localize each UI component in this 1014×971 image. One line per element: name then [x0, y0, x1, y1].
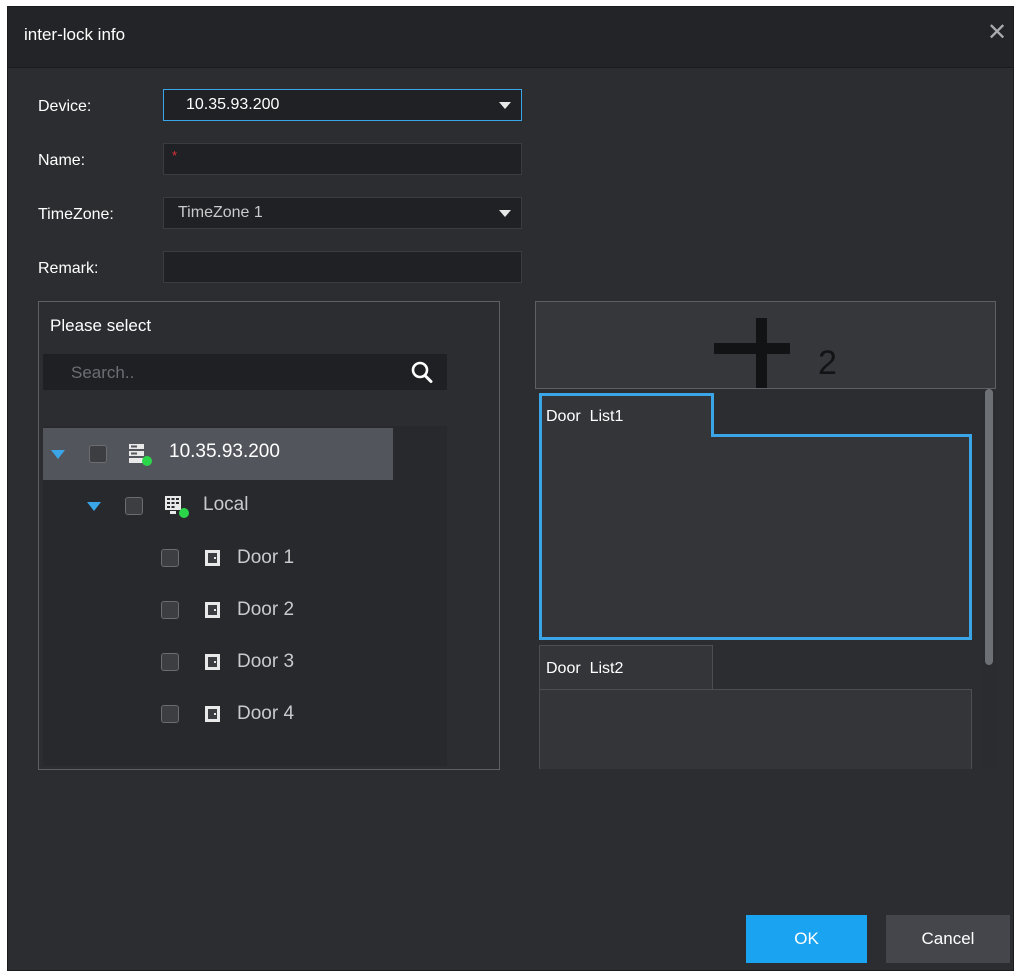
tree-node-label: Door 4	[237, 703, 295, 724]
dialog-title: inter-lock info	[24, 25, 126, 44]
door-icon	[205, 550, 220, 566]
add-door-list-panel[interactable]: 2	[535, 301, 996, 389]
checkbox[interactable]	[161, 653, 179, 671]
close-icon[interactable]: ✕	[985, 21, 1009, 45]
tree-node-door[interactable]: Door 2	[43, 584, 447, 636]
door-list1-label: Door List1	[546, 408, 624, 425]
tree-node-label: Door 3	[237, 651, 295, 672]
door-list1-tab[interactable]: Door List1	[539, 393, 713, 437]
tree-node-label: Door 1	[237, 547, 295, 568]
chevron-down-icon	[499, 102, 511, 109]
name-label: Name:	[38, 152, 86, 169]
tree-panel-title: Please select	[50, 316, 152, 335]
cancel-button[interactable]: Cancel	[886, 915, 1010, 963]
search-icon[interactable]	[411, 360, 433, 384]
remark-label: Remark:	[38, 260, 99, 277]
checkbox[interactable]	[161, 549, 179, 567]
door-list2-label: Door List2	[546, 660, 624, 677]
search-input[interactable]: Search..	[43, 354, 447, 390]
checkbox[interactable]	[125, 497, 143, 515]
timezone-select-value: TimeZone 1	[178, 204, 263, 221]
tree-node-door[interactable]: Door 4	[43, 688, 447, 740]
door-list2-tab[interactable]: Door List2	[539, 645, 713, 689]
door-list1-box[interactable]	[539, 437, 972, 640]
search-placeholder: Search..	[71, 363, 135, 382]
expand-triangle-icon[interactable]	[51, 450, 65, 459]
timezone-label: TimeZone:	[38, 206, 114, 223]
add-list-subscript: 2	[818, 344, 837, 382]
tree-node-label: 10.35.93.200	[169, 441, 280, 462]
tree-node-label: Door 2	[237, 599, 295, 620]
plus-icon[interactable]	[714, 318, 790, 388]
door-icon	[205, 654, 220, 670]
tree-node-label: Local	[203, 494, 249, 515]
dialog-titlebar: inter-lock info ✕	[8, 7, 1013, 68]
required-marker: *	[172, 148, 178, 163]
tree-node-local[interactable]: Local	[43, 480, 447, 532]
tree-node-door[interactable]: Door 3	[43, 636, 447, 688]
device-select-value: 10.35.93.200	[186, 96, 280, 113]
checkbox[interactable]	[161, 705, 179, 723]
name-field[interactable]: *	[163, 143, 522, 175]
device-label: Device:	[38, 98, 92, 115]
checkbox[interactable]	[89, 445, 107, 463]
checkbox[interactable]	[161, 601, 179, 619]
tree-node-device[interactable]: 10.35.93.200	[43, 428, 393, 480]
scrollbar-thumb[interactable]	[985, 389, 993, 665]
door-icon	[205, 706, 220, 722]
door-lists-scrollbar[interactable]	[982, 389, 996, 769]
chevron-down-icon	[499, 210, 511, 217]
device-select[interactable]: 10.35.93.200	[163, 89, 522, 121]
timezone-select[interactable]: TimeZone 1	[163, 197, 522, 229]
remark-field[interactable]	[163, 251, 522, 283]
tree-node-door[interactable]: Door 1	[43, 532, 447, 584]
keypad-icon	[165, 496, 189, 518]
door-icon	[205, 602, 220, 618]
door-list2-box[interactable]	[539, 689, 972, 769]
device-tree-panel: Please select Search.. 10.35.93.200 Loca…	[38, 301, 500, 770]
inter-lock-dialog: inter-lock info ✕ Device: 10.35.93.200 N…	[7, 6, 1014, 971]
ok-button[interactable]: OK	[746, 915, 867, 963]
expand-triangle-icon[interactable]	[87, 502, 101, 511]
server-icon	[129, 444, 152, 466]
